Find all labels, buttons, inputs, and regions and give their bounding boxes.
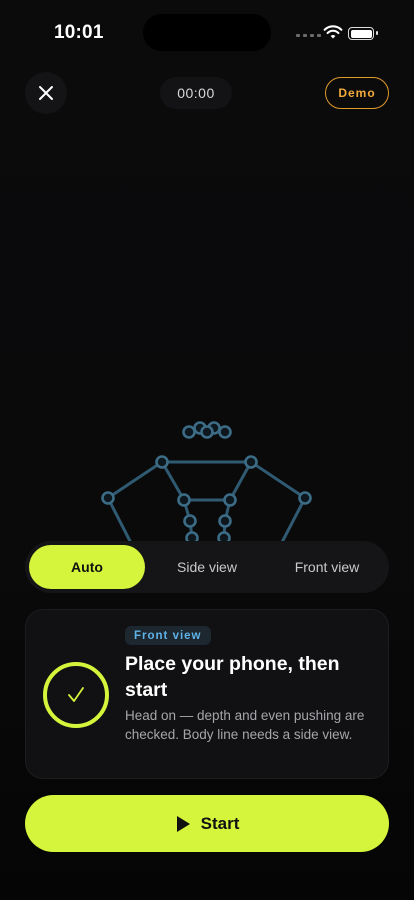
- wifi-icon: [323, 25, 343, 39]
- demo-button[interactable]: Demo: [325, 77, 389, 109]
- view-mode-front-view[interactable]: Front view: [269, 545, 385, 589]
- ready-check-indicator: [43, 662, 109, 728]
- setup-instructions-card: Front view Place your phone, then start …: [25, 609, 389, 779]
- start-button[interactable]: Start: [25, 795, 389, 852]
- pose-skeleton-guide: [101, 421, 312, 555]
- dynamic-island: [143, 14, 271, 51]
- view-mode-side-view[interactable]: Side view: [149, 545, 265, 589]
- workout-timer: 00:00: [160, 77, 232, 109]
- camera-view-badge: Front view: [125, 626, 211, 645]
- card-description: Head on — depth and even pushing are che…: [125, 708, 365, 742]
- workout-camera-screen: 10:01 00:00 Demo Auto Side view Front vi…: [0, 0, 414, 900]
- play-icon: [176, 815, 190, 832]
- card-title: Place your phone, then start: [125, 653, 340, 701]
- view-mode-auto[interactable]: Auto: [29, 545, 145, 589]
- signal-icon: [296, 34, 321, 37]
- status-time: 10:01: [54, 22, 104, 43]
- check-icon: [68, 687, 84, 702]
- close-icon: [39, 86, 53, 100]
- battery-icon: [348, 27, 378, 40]
- start-button-label: Start: [200, 813, 240, 833]
- close-button[interactable]: [25, 72, 67, 114]
- view-mode-segmented-control: Auto Side view Front view: [25, 541, 389, 593]
